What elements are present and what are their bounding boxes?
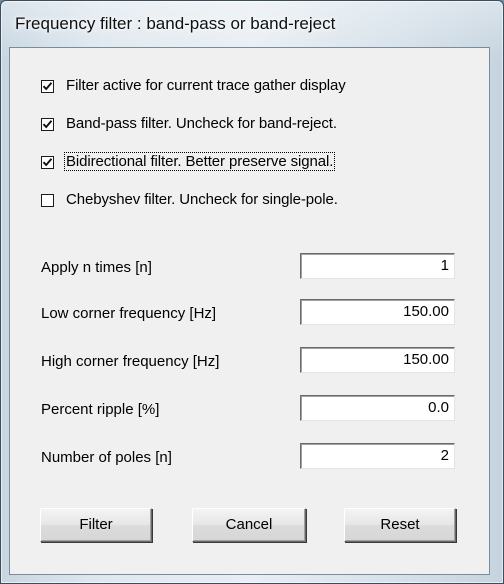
high-corner-frequency-label: High corner frequency [Hz] — [41, 353, 220, 370]
bidirectional-label[interactable]: Bidirectional filter. Better preserve si… — [63, 152, 336, 171]
checkbox-row-band-pass[interactable]: Band-pass filter. Uncheck for band-rejec… — [10, 114, 489, 138]
title-bar[interactable]: Frequency filter : band-pass or band-rej… — [1, 1, 503, 47]
cancel-button[interactable]: Cancel — [192, 508, 306, 542]
checkbox-row-filter-active[interactable]: Filter active for current trace gather d… — [10, 76, 489, 100]
low-corner-frequency-input[interactable]: 150.00 — [300, 299, 455, 325]
low-corner-frequency-label: Low corner frequency [Hz] — [41, 305, 217, 322]
checkmark-icon — [42, 158, 53, 167]
checkmark-icon — [42, 82, 53, 91]
bidirectional-checkbox[interactable] — [41, 156, 54, 169]
filter-active-checkbox[interactable] — [41, 80, 54, 93]
band-pass-checkbox[interactable] — [41, 118, 54, 131]
reset-button[interactable]: Reset — [344, 508, 456, 542]
apply-n-times-input[interactable]: 1 — [300, 253, 455, 279]
number-of-poles-input[interactable]: 2 — [300, 443, 455, 469]
percent-ripple-label: Percent ripple [%] — [41, 401, 160, 418]
chebyshev-label[interactable]: Chebyshev filter. Uncheck for single-pol… — [66, 191, 338, 208]
checkmark-icon — [42, 120, 53, 129]
number-of-poles-label: Number of poles [n] — [41, 449, 172, 466]
band-pass-label[interactable]: Band-pass filter. Uncheck for band-rejec… — [66, 115, 337, 132]
checkbox-row-bidirectional[interactable]: Bidirectional filter. Better preserve si… — [10, 152, 489, 176]
filter-active-label[interactable]: Filter active for current trace gather d… — [66, 77, 346, 94]
dialog-window: Frequency filter : band-pass or band-rej… — [0, 0, 504, 584]
dialog-body: Filter active for current trace gather d… — [9, 47, 490, 575]
high-corner-frequency-input[interactable]: 150.00 — [300, 347, 455, 373]
apply-n-times-label: Apply n times [n] — [41, 259, 152, 276]
checkbox-row-chebyshev[interactable]: Chebyshev filter. Uncheck for single-pol… — [10, 190, 489, 214]
chebyshev-checkbox[interactable] — [41, 194, 54, 207]
window-title: Frequency filter : band-pass or band-rej… — [15, 14, 336, 33]
percent-ripple-input[interactable]: 0.0 — [300, 395, 455, 421]
filter-button[interactable]: Filter — [40, 508, 152, 542]
